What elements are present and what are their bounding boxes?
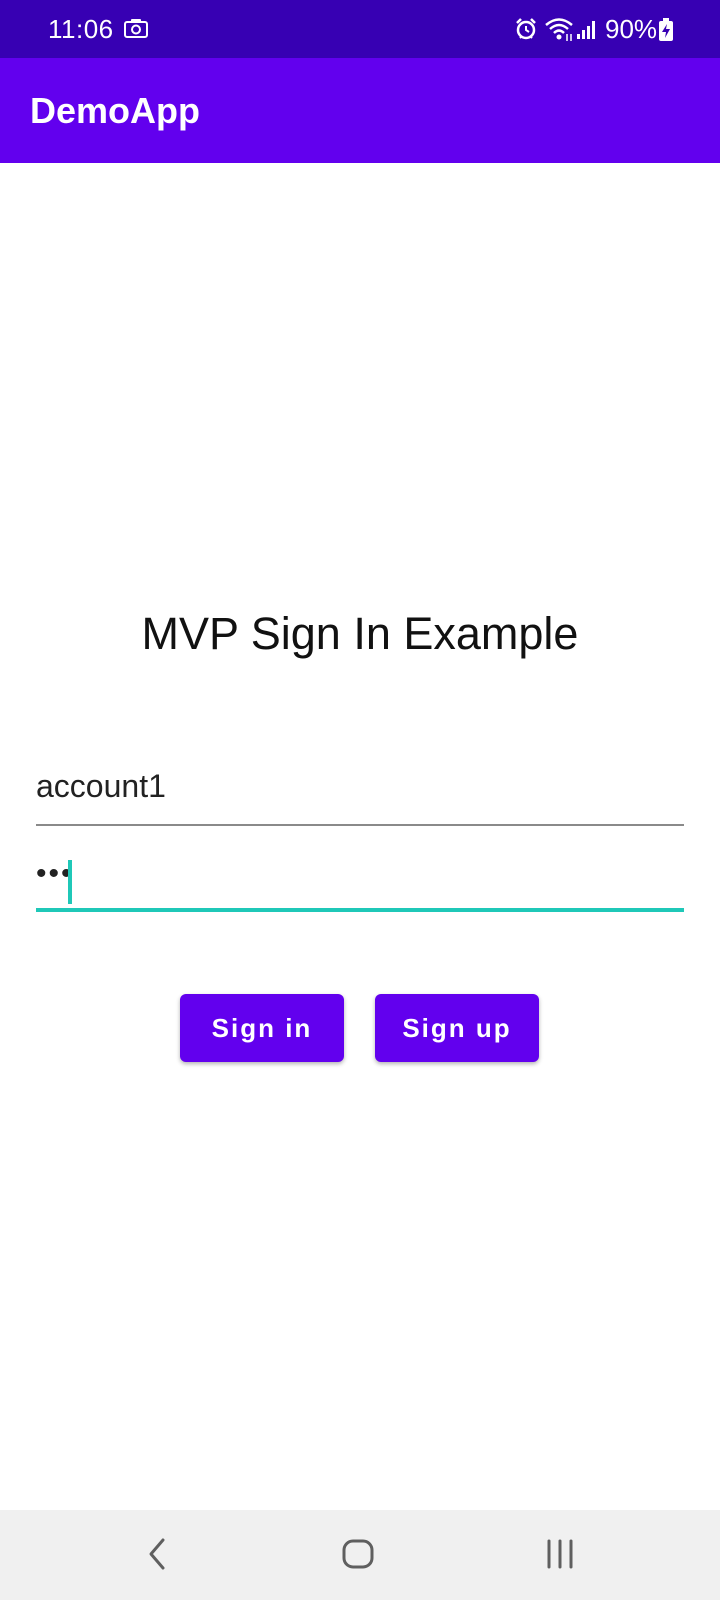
back-icon[interactable]	[143, 1536, 173, 1572]
screen: 11:06 90% DemoApp MVP Sign In Example ac…	[0, 0, 720, 1600]
text-cursor	[68, 860, 72, 904]
username-field-container	[36, 760, 684, 826]
battery-percent: 90%	[605, 14, 658, 44]
wifi-icon	[545, 18, 573, 41]
app-title: DemoApp	[30, 90, 200, 131]
home-icon[interactable]	[341, 1536, 375, 1572]
recents-icon[interactable]	[545, 1538, 575, 1570]
navigation-bar	[0, 1510, 720, 1600]
app-bar: DemoApp	[0, 58, 720, 163]
battery-charging-icon	[659, 18, 673, 41]
page-heading: MVP Sign In Example	[141, 608, 579, 659]
camera-icon	[124, 19, 148, 38]
status-time: 11:06	[48, 14, 114, 44]
password-underline	[36, 908, 684, 912]
sign-in-button[interactable]: Sign in	[180, 994, 344, 1062]
password-field-container	[36, 846, 684, 912]
status-bar: 11:06 90%	[0, 0, 720, 58]
alarm-icon	[516, 18, 536, 40]
sign-up-button[interactable]: Sign up	[375, 994, 539, 1062]
username-input[interactable]	[36, 760, 684, 812]
username-underline	[36, 824, 684, 826]
password-input[interactable]	[36, 846, 684, 902]
signal-icon	[577, 21, 595, 39]
